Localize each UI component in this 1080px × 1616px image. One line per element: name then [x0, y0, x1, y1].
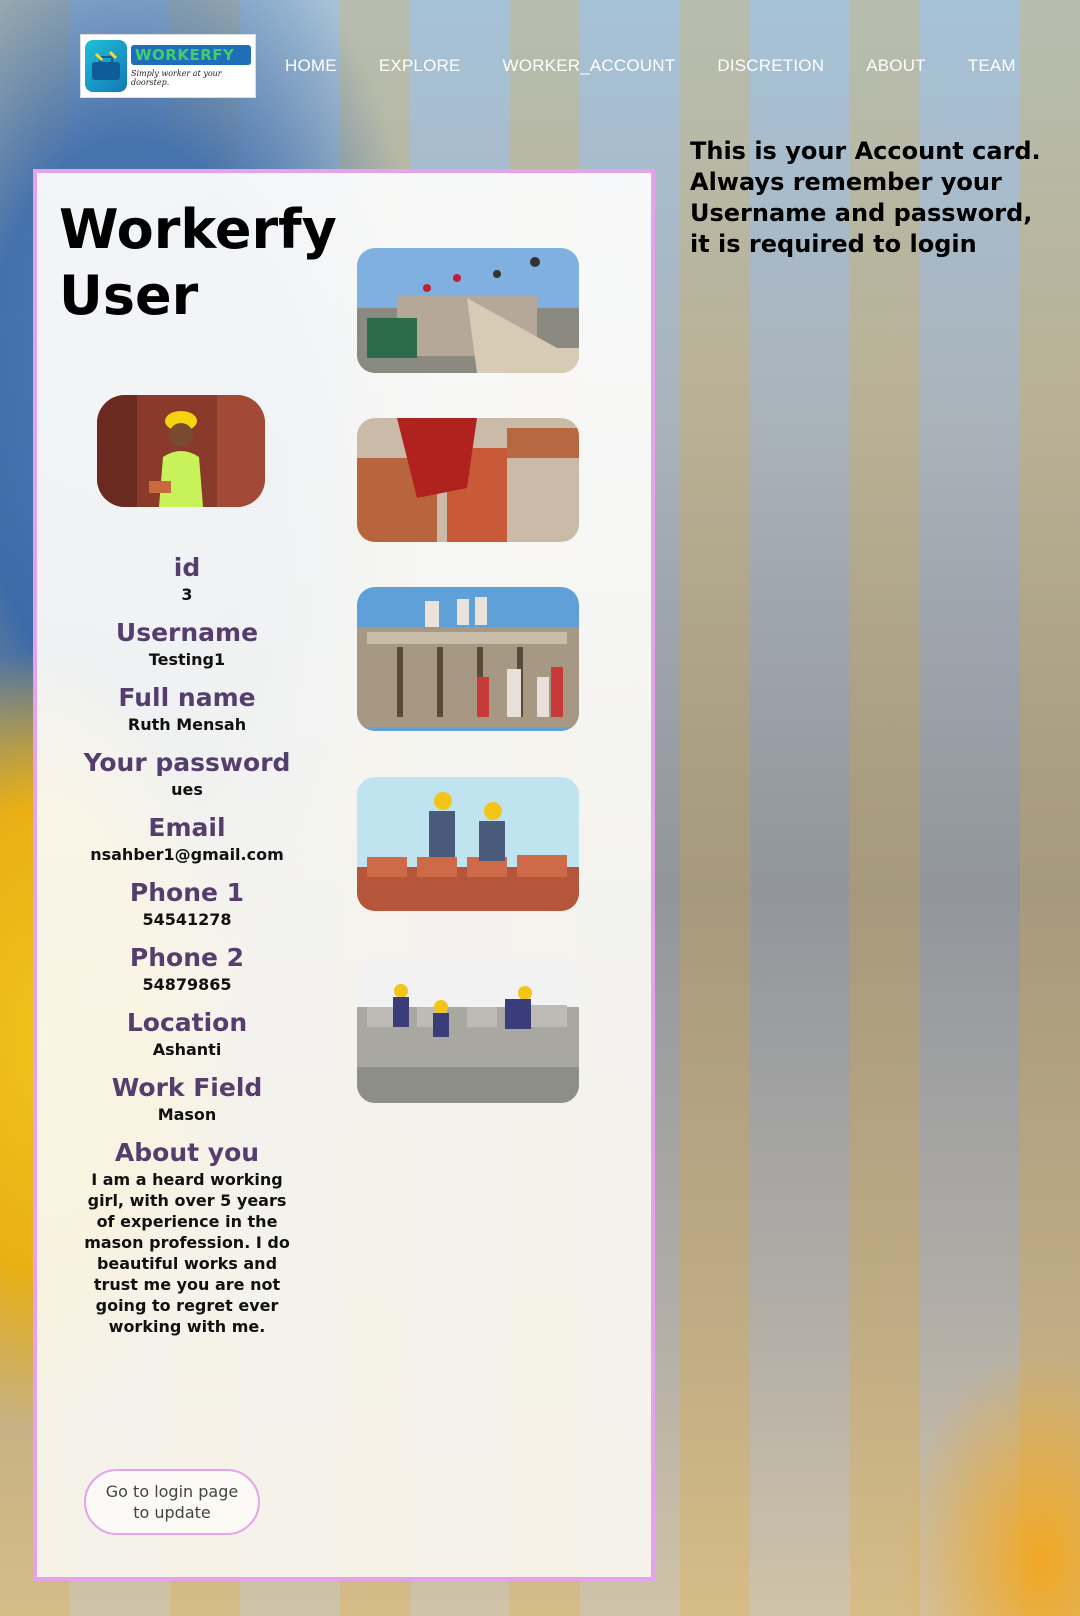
field-password: Your password ues	[77, 748, 297, 801]
field-label: Username	[115, 618, 259, 647]
field-email: Email nsahber1@gmail.com	[77, 813, 297, 866]
nav-home[interactable]: HOME	[264, 56, 358, 76]
field-label: About you	[114, 1138, 260, 1167]
field-username: Username Testing1	[77, 618, 297, 671]
nav-links: HOME EXPLORE WORKER_ACCOUNT DISCRETION A…	[264, 56, 1037, 76]
nav-about[interactable]: ABOUT	[845, 56, 947, 76]
account-fields: id 3 Username Testing1 Full name Ruth Me…	[77, 553, 297, 1349]
toolbox-icon	[85, 39, 127, 92]
field-phone-1: Phone 1 54541278	[77, 878, 297, 931]
field-about: About you I am a heard working girl, wit…	[77, 1138, 297, 1337]
work-photo	[357, 777, 579, 911]
account-card-note: This is your Account card. Always rememb…	[690, 137, 1041, 258]
field-value: Testing1	[148, 650, 226, 669]
field-label: Email	[148, 813, 226, 842]
work-photo	[357, 957, 579, 1103]
account-card: Workerfy User id 3 Username Testing1 Ful…	[33, 169, 655, 1581]
field-phone-2: Phone 2 54879865	[77, 943, 297, 996]
field-value: Mason	[157, 1105, 217, 1124]
logo[interactable]: WORKERFY Simply worker at your doorstep.	[80, 33, 256, 98]
field-id: id 3	[77, 553, 297, 606]
field-full-name: Full name Ruth Mensah	[77, 683, 297, 736]
login-update-button[interactable]: Go to login page to update	[84, 1469, 260, 1535]
field-label: Work Field	[111, 1073, 263, 1102]
field-value: 3	[181, 585, 193, 604]
logo-wordmark: WORKERFY	[130, 44, 251, 65]
nav-worker-account[interactable]: WORKER_ACCOUNT	[482, 56, 697, 76]
nav-explore[interactable]: EXPLORE	[358, 56, 482, 76]
navbar: WORKERFY Simply worker at your doorstep.…	[80, 33, 1037, 98]
card-title: Workerfy User	[59, 198, 337, 327]
field-value: ues	[171, 780, 203, 799]
field-label: Location	[126, 1008, 248, 1037]
field-location: Location Ashanti	[77, 1008, 297, 1061]
field-label: Your password	[83, 748, 291, 777]
work-photo	[357, 418, 579, 542]
field-value: Ashanti	[152, 1040, 222, 1059]
field-value: nsahber1@gmail.com	[90, 845, 284, 864]
field-label: Phone 1	[129, 878, 245, 907]
field-label: Phone 2	[129, 943, 245, 972]
work-photo	[357, 587, 579, 731]
field-label: id	[173, 553, 201, 582]
nav-discretion[interactable]: DISCRETION	[696, 56, 845, 76]
profile-photo	[97, 395, 265, 507]
logo-tagline: Simply worker at your doorstep.	[130, 68, 222, 87]
field-work-field: Work Field Mason	[77, 1073, 297, 1126]
work-photo	[357, 248, 579, 373]
field-value: 54879865	[142, 975, 232, 994]
field-value: 54541278	[142, 910, 232, 929]
field-label: Full name	[118, 683, 256, 712]
field-value: Ruth Mensah	[127, 715, 247, 734]
field-value: I am a heard working girl, with over 5 y…	[84, 1170, 290, 1336]
nav-team[interactable]: TEAM	[947, 56, 1037, 76]
